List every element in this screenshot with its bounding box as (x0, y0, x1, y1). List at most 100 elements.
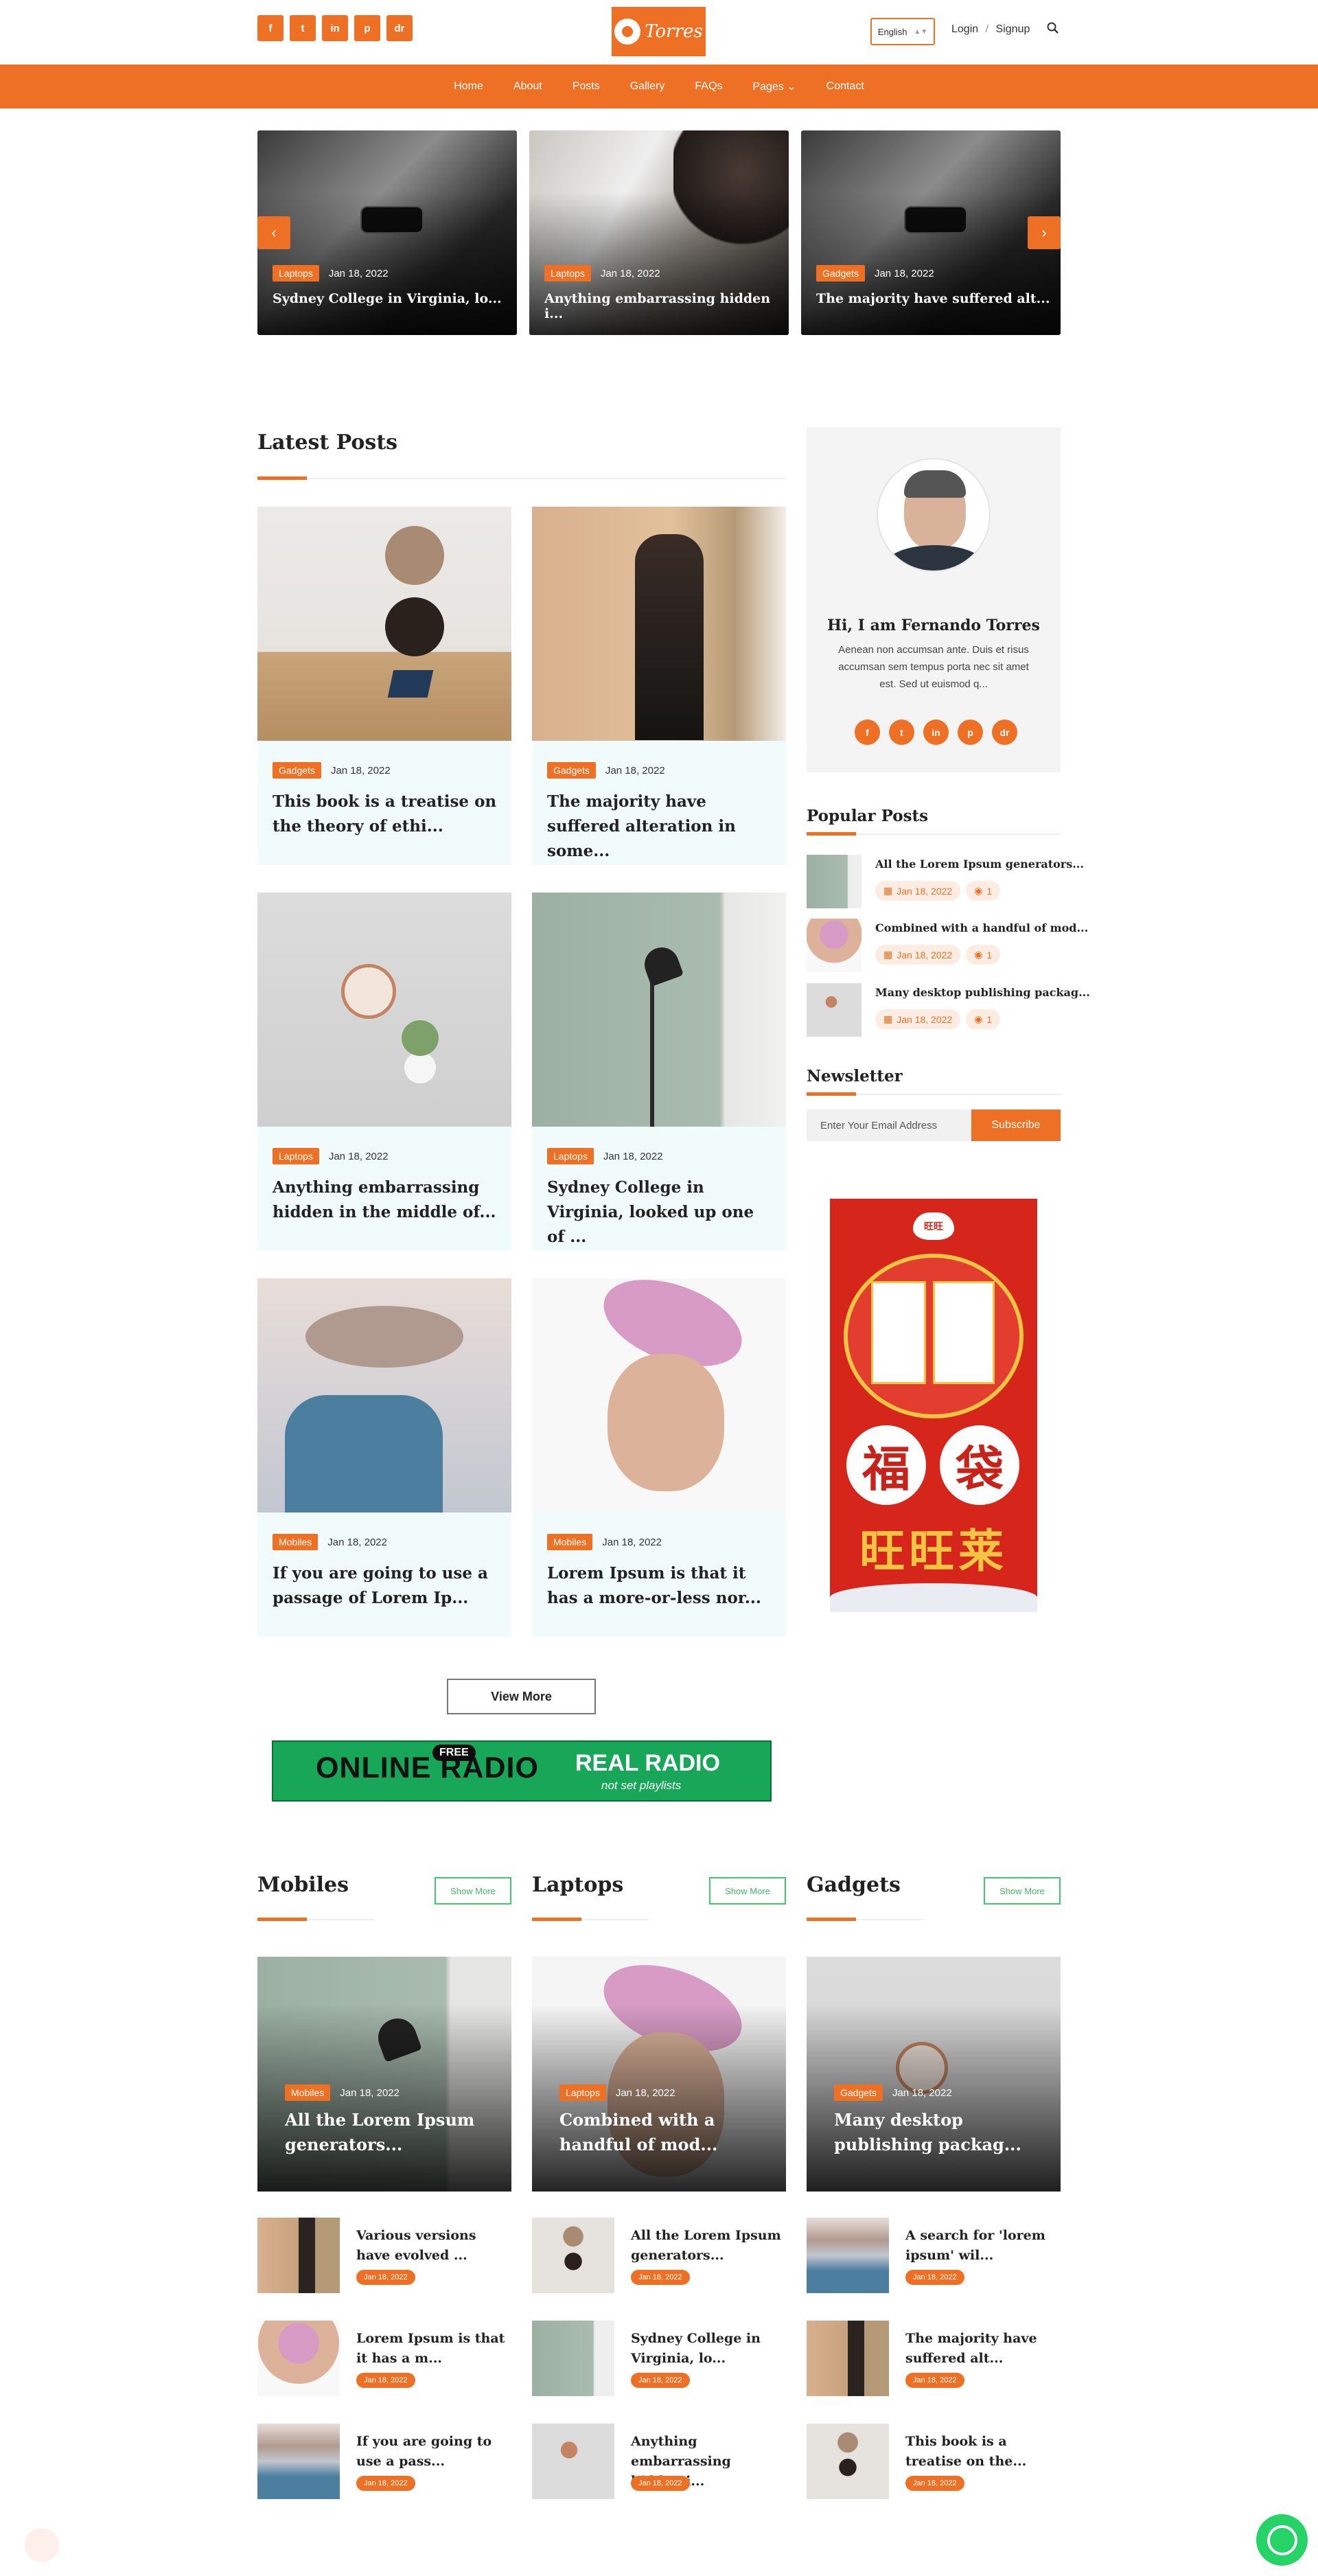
category-tag[interactable]: Laptops (559, 2084, 606, 2101)
post-title[interactable]: Sydney College in Virginia, looked up on… (547, 1175, 774, 1250)
list-item-title[interactable]: Lorem Ipsum is that it has a m... (356, 2329, 507, 2369)
nav-home[interactable]: Home (454, 80, 483, 93)
category-tag[interactable]: Laptops (273, 265, 319, 281)
subscribe-button[interactable]: Subscribe (971, 1109, 1061, 1141)
post-title[interactable]: Lorem Ipsum is that it has a more-or-les… (547, 1561, 774, 1611)
category-tag[interactable]: Laptops (544, 265, 591, 281)
category-featured-post[interactable]: Gadgets Jan 18, 2022 Many desktop publis… (807, 1957, 1061, 2192)
list-item-title[interactable]: All the Lorem Ipsum generators... (631, 2226, 782, 2266)
list-item-date: Jan 18, 2022 (356, 2270, 415, 2285)
category-tag[interactable]: Gadgets (547, 762, 596, 779)
list-item-thumb (257, 2321, 340, 2396)
post-card[interactable]: Mobiles Jan 18, 2022 If you are going to… (257, 1278, 511, 1637)
post-card[interactable]: Laptops Jan 18, 2022 Anything embarrassi… (257, 893, 511, 1251)
search-icon[interactable] (1047, 22, 1059, 38)
post-image (257, 507, 511, 741)
email-input[interactable]: Enter Your Email Address (807, 1109, 971, 1141)
popular-post-title[interactable]: Combined with a handful of mod... (875, 921, 1088, 934)
signup-link[interactable]: Signup (996, 23, 1030, 35)
category-list-item[interactable]: Sydney College in Virginia, lo... Jan 18… (532, 2321, 786, 2396)
whatsapp-chat-button[interactable] (1256, 2514, 1308, 2566)
category-list-item[interactable]: A search for 'lorem ipsum' wil... Jan 18… (807, 2218, 1061, 2293)
popular-post-item[interactable]: Combined with a handful of mod... ▦ Jan 1… (807, 919, 1088, 972)
pinterest-icon[interactable]: p (958, 720, 983, 745)
dribbble-icon[interactable]: dr (386, 15, 413, 41)
post-title[interactable]: The majority have suffered alteration in… (547, 790, 774, 864)
post-card[interactable]: Gadgets Jan 18, 2022 The majority have s… (532, 507, 786, 865)
slider-next-button[interactable]: › (1028, 216, 1061, 249)
post-title[interactable]: Anything embarrassing hidden in the midd… (273, 1175, 499, 1225)
nav-gallery[interactable]: Gallery (630, 80, 665, 93)
view-more-button[interactable]: View More (447, 1679, 596, 1714)
show-more-button[interactable]: Show More (435, 1877, 511, 1905)
popular-post-item[interactable]: All the Lorem Ipsum generators... ▦ Jan 1… (807, 855, 1084, 908)
list-item-thumb (807, 2424, 889, 2499)
category-list-item[interactable]: Lorem Ipsum is that it has a m... Jan 18… (257, 2321, 511, 2396)
popular-post-title[interactable]: All the Lorem Ipsum generators... (875, 858, 1084, 871)
post-card[interactable]: Mobiles Jan 18, 2022 Lorem Ipsum is that… (532, 1278, 786, 1637)
category-tag[interactable]: Laptops (273, 1148, 319, 1164)
category-list-item[interactable]: Anything embarrassing hidden i... Jan 18… (532, 2424, 786, 2499)
list-item-title[interactable]: This book is a treatise on the... (905, 2432, 1056, 2472)
category-tag[interactable]: Gadgets (834, 2084, 883, 2101)
featured-title[interactable]: All the Lorem Ipsum generators... (285, 2108, 498, 2157)
facebook-icon[interactable]: f (257, 15, 284, 41)
category-featured-post[interactable]: Laptops Jan 18, 2022 Combined with a han… (532, 1957, 786, 2192)
nav-faqs[interactable]: FAQs (695, 80, 722, 93)
show-more-button[interactable]: Show More (709, 1877, 786, 1905)
login-link[interactable]: Login (951, 23, 978, 35)
category-tag[interactable]: Gadgets (816, 265, 865, 281)
list-item-title[interactable]: A search for 'lorem ipsum' wil... (905, 2226, 1056, 2266)
site-logo[interactable]: Torres (612, 7, 706, 56)
slide-title[interactable]: Sydney College in Virginia, lo... (273, 291, 502, 306)
language-select[interactable]: English ▲▼ (870, 18, 935, 45)
post-card[interactable]: Laptops Jan 18, 2022 Sydney College in V… (532, 893, 786, 1251)
category-tag[interactable]: Mobiles (285, 2084, 331, 2101)
dribbble-icon[interactable]: dr (992, 720, 1017, 745)
category-list-item[interactable]: The majority have suffered alt... Jan 18… (807, 2321, 1061, 2396)
list-item-title[interactable]: Various versions have evolved ... (356, 2226, 507, 2266)
list-item-title[interactable]: Sydney College in Virginia, lo... (631, 2329, 782, 2369)
twitter-icon[interactable]: t (290, 15, 316, 41)
slide[interactable]: Laptops Jan 18, 2022 Anything embarrassi… (529, 130, 789, 335)
slide[interactable]: Laptops Jan 18, 2022 Sydney College in V… (257, 130, 517, 335)
facebook-icon[interactable]: f (855, 720, 880, 745)
category-list-item[interactable]: If you are going to use a pass... Jan 18… (257, 2424, 511, 2499)
category-list-item[interactable]: This book is a treatise on the... Jan 18… (807, 2424, 1061, 2499)
list-item-title[interactable]: The majority have suffered alt... (905, 2329, 1056, 2369)
post-card[interactable]: Gadgets Jan 18, 2022 This book is a trea… (257, 507, 511, 865)
post-title[interactable]: This book is a treatise on the theory of… (273, 790, 499, 839)
back-to-top-button[interactable] (25, 2528, 59, 2562)
post-title[interactable]: If you are going to use a passage of Lor… (273, 1561, 499, 1611)
category-list-item[interactable]: All the Lorem Ipsum generators... Jan 18… (532, 2218, 786, 2293)
show-more-button[interactable]: Show More (984, 1877, 1061, 1905)
category-list-item[interactable]: Various versions have evolved ... Jan 18… (257, 2218, 511, 2293)
category-tag[interactable]: Mobiles (273, 1534, 319, 1550)
nav-posts[interactable]: Posts (573, 80, 600, 93)
calendar-icon: ▦ (883, 885, 893, 896)
slide-title[interactable]: Anything embarrassing hidden i... (544, 291, 789, 321)
category-tag[interactable]: Mobiles (547, 1534, 593, 1550)
linkedin-icon[interactable]: in (322, 15, 348, 41)
date-chip: ▦ Jan 18, 2022 (875, 881, 961, 901)
category-tag[interactable]: Gadgets (273, 762, 321, 779)
category-featured-post[interactable]: Mobiles Jan 18, 2022 All the Lorem Ipsum… (257, 1957, 511, 2192)
slide[interactable]: Gadgets Jan 18, 2022 The majority have s… (801, 130, 1061, 335)
linkedin-icon[interactable]: in (923, 720, 949, 745)
category-tag[interactable]: Laptops (547, 1148, 594, 1164)
sidebar-advertisement[interactable]: 旺旺 福 袋 旺旺莱 (830, 1199, 1037, 1612)
radio-banner-ad[interactable]: ONLINE RADIO FREE REAL RADIO not set pla… (272, 1740, 772, 1802)
views-chip: ◉ 1 (966, 945, 1001, 965)
slider-prev-button[interactable]: ‹ (257, 216, 290, 249)
nav-about[interactable]: About (513, 80, 542, 93)
nav-contact[interactable]: Contact (826, 80, 864, 93)
featured-title[interactable]: Many desktop publishing packag... (834, 2108, 1047, 2157)
featured-title[interactable]: Combined with a handful of mod... (559, 2108, 772, 2157)
popular-post-title[interactable]: Many desktop publishing packag... (875, 986, 1090, 999)
twitter-icon[interactable]: t (889, 720, 914, 745)
pinterest-icon[interactable]: p (354, 15, 380, 41)
nav-pages[interactable]: Pages ⌄ (752, 80, 796, 93)
slide-title[interactable]: The majority have suffered alt... (816, 291, 1050, 306)
popular-post-item[interactable]: Many desktop publishing packag... ▦ Jan 1… (807, 983, 1090, 1037)
list-item-title[interactable]: If you are going to use a pass... (356, 2432, 507, 2472)
